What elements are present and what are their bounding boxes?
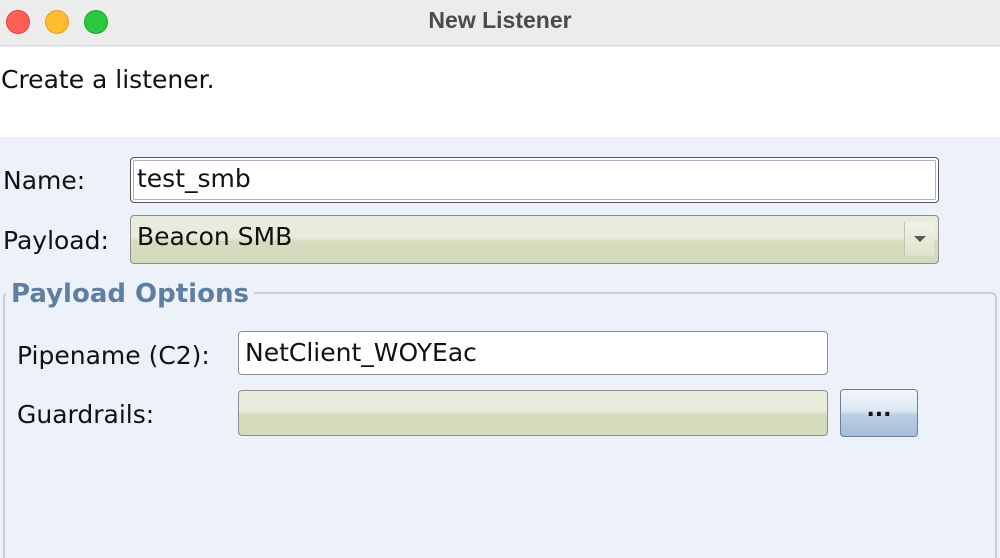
pipename-label: Pipename (C2): xyxy=(17,341,210,370)
chevron-down-icon[interactable] xyxy=(904,222,934,256)
description-text: Create a listener. xyxy=(1,65,215,94)
payload-select[interactable]: Beacon SMB xyxy=(130,215,939,264)
payload-selected-value: Beacon SMB xyxy=(137,222,293,251)
payload-options-title: Payload Options xyxy=(6,279,254,309)
new-listener-dialog: New Listener Create a listener. Name: te… xyxy=(0,0,1000,558)
guardrails-label: Guardrails: xyxy=(17,400,155,429)
window-title: New Listener xyxy=(428,7,572,33)
title-bar: New Listener xyxy=(0,0,1000,46)
description-panel: Create a listener. xyxy=(0,47,1000,137)
guardrails-input[interactable] xyxy=(238,390,828,436)
pipename-input[interactable]: NetClient_WOYEac xyxy=(238,331,828,375)
payload-label: Payload: xyxy=(3,226,109,255)
guardrails-browse-button[interactable]: ... xyxy=(840,389,918,437)
name-label: Name: xyxy=(3,166,86,195)
name-input[interactable]: test_smb xyxy=(130,157,939,203)
